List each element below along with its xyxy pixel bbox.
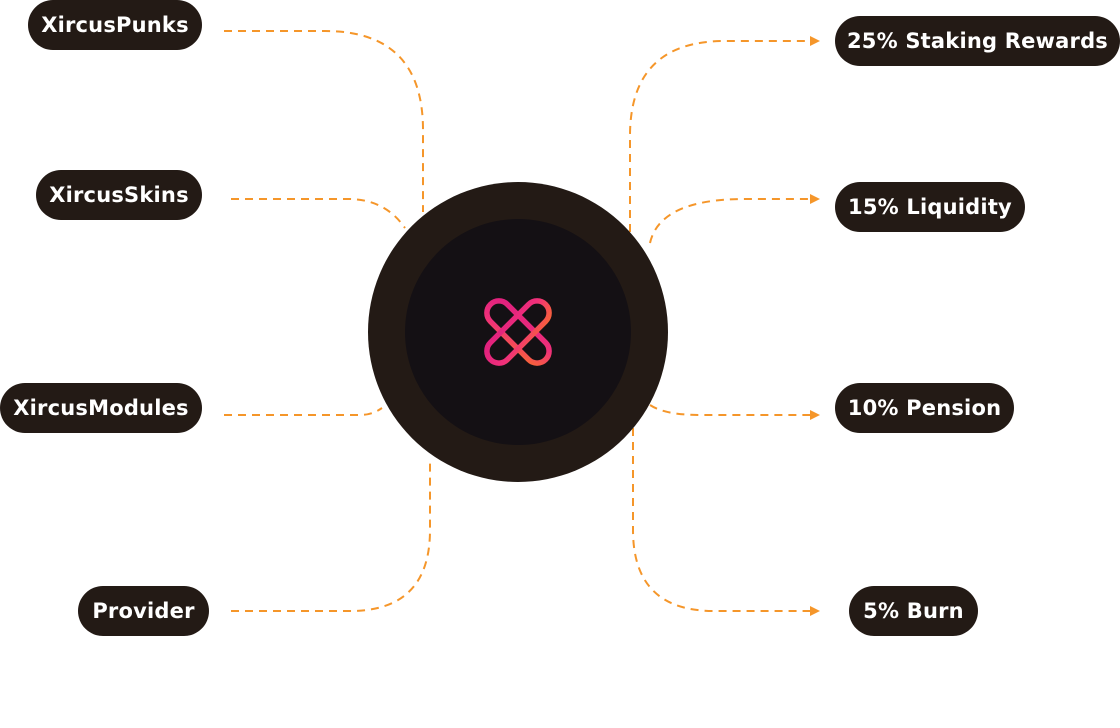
output-pill-staking-rewards: 25% Staking Rewards bbox=[835, 16, 1120, 66]
output-pill-pension: 10% Pension bbox=[835, 383, 1014, 433]
output-pill-label: 10% Pension bbox=[847, 396, 1002, 420]
output-pill-burn: 5% Burn bbox=[849, 586, 978, 636]
connector-liquidity bbox=[649, 194, 820, 244]
input-pill-label: XircusSkins bbox=[49, 183, 189, 207]
connector-staking-rewards bbox=[629, 36, 820, 232]
connector-xircus-skins bbox=[231, 198, 406, 229]
input-pill-label: XircusPunks bbox=[41, 13, 189, 37]
connector-xircus-punks bbox=[224, 30, 424, 212]
input-pill-xircus-punks: XircusPunks bbox=[28, 0, 202, 50]
connector-pension bbox=[649, 404, 820, 420]
input-pill-xircus-skins: XircusSkins bbox=[36, 170, 202, 220]
output-pill-label: 25% Staking Rewards bbox=[846, 29, 1109, 53]
input-pill-xircus-modules: XircusModules bbox=[0, 383, 202, 433]
output-pill-label: 15% Liquidity bbox=[848, 195, 1012, 219]
connector-provider bbox=[231, 458, 431, 612]
input-pill-label: Provider bbox=[92, 599, 195, 623]
hub-inner-circle bbox=[405, 219, 631, 445]
hub-circle bbox=[368, 182, 668, 482]
input-pill-provider: Provider bbox=[78, 586, 209, 636]
output-pill-label: 5% Burn bbox=[863, 599, 964, 623]
xircus-logo-icon bbox=[484, 298, 552, 366]
output-pill-liquidity: 15% Liquidity bbox=[835, 182, 1025, 232]
connector-burn bbox=[632, 428, 820, 616]
connector-xircus-modules bbox=[224, 407, 383, 416]
input-pill-label: XircusModules bbox=[13, 396, 189, 420]
